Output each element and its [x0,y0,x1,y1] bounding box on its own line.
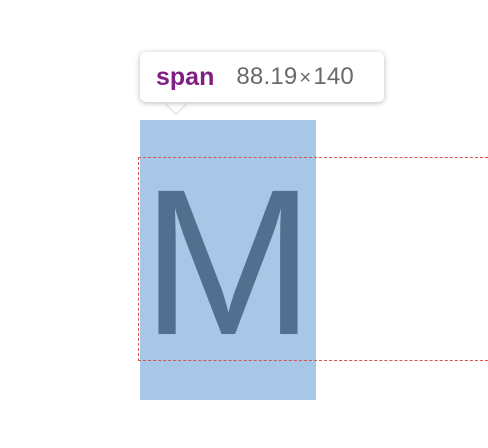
tooltip-width: 88.19 [236,63,298,90]
tooltip-dimensions: 88.19 ×140 [236,63,354,91]
tooltip-tag-name: span [156,62,215,91]
times-icon: × [299,67,312,89]
inspect-tooltip: span 88.19 ×140 [140,52,384,102]
tooltip-arrow [164,101,188,113]
span-text[interactable]: M [140,120,316,400]
tooltip-height: 140 [313,63,354,90]
